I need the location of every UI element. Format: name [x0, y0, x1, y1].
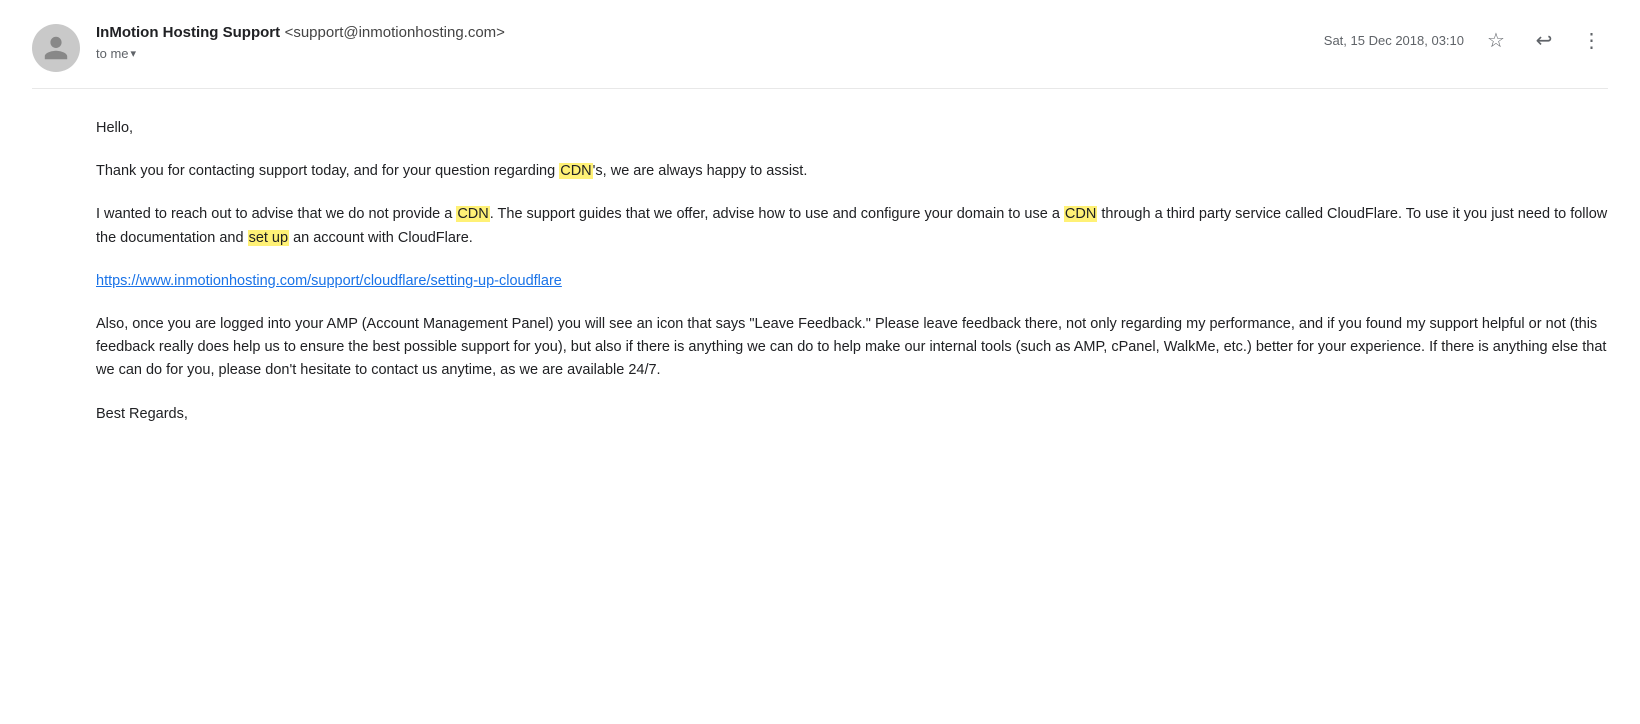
link-paragraph: https://www.inmotionhosting.com/support/… — [96, 270, 1608, 293]
reply-icon: ↩ — [1536, 28, 1553, 53]
sender-name-line: InMotion Hosting Support <support@inmoti… — [96, 24, 505, 42]
sender-section: InMotion Hosting Support <support@inmoti… — [32, 24, 505, 72]
email-body: Hello, Thank you for contacting support … — [32, 109, 1608, 426]
more-options-button[interactable]: ⋮ — [1576, 24, 1608, 56]
cdn-highlight-2: CDN — [456, 206, 489, 222]
avatar — [32, 24, 80, 72]
star-icon: ☆ — [1487, 28, 1505, 53]
paragraph3: Also, once you are logged into your AMP … — [96, 313, 1608, 383]
cdn-highlight-3: CDN — [1064, 206, 1097, 222]
sender-email: <support@inmotionhosting.com> — [285, 24, 505, 41]
email-date: Sat, 15 Dec 2018, 03:10 — [1324, 33, 1464, 48]
avatar-person-icon — [42, 34, 70, 62]
setup-highlight: set up — [248, 230, 290, 246]
to-me-dropdown[interactable]: to me ▾ — [96, 46, 505, 61]
star-button[interactable]: ☆ — [1480, 24, 1512, 56]
more-options-icon: ⋮ — [1582, 28, 1603, 53]
reply-button[interactable]: ↩ — [1528, 24, 1560, 56]
email-header: InMotion Hosting Support <support@inmoti… — [32, 24, 1608, 89]
closing-paragraph: Best Regards, — [96, 403, 1608, 426]
paragraph2: I wanted to reach out to advise that we … — [96, 203, 1608, 249]
header-actions: Sat, 15 Dec 2018, 03:10 ☆ ↩ ⋮ — [1324, 24, 1608, 56]
cdn-highlight-1: CDN — [559, 163, 592, 179]
sender-info: InMotion Hosting Support <support@inmoti… — [96, 24, 505, 61]
chevron-down-icon: ▾ — [131, 47, 137, 60]
greeting-paragraph: Hello, — [96, 117, 1608, 140]
paragraph1: Thank you for contacting support today, … — [96, 160, 1608, 183]
cloudflare-link[interactable]: https://www.inmotionhosting.com/support/… — [96, 273, 562, 289]
sender-name: InMotion Hosting Support — [96, 24, 280, 41]
email-container: InMotion Hosting Support <support@inmoti… — [0, 0, 1640, 724]
greeting-text: Hello, — [96, 120, 133, 136]
to-me-label: to me — [96, 46, 129, 61]
